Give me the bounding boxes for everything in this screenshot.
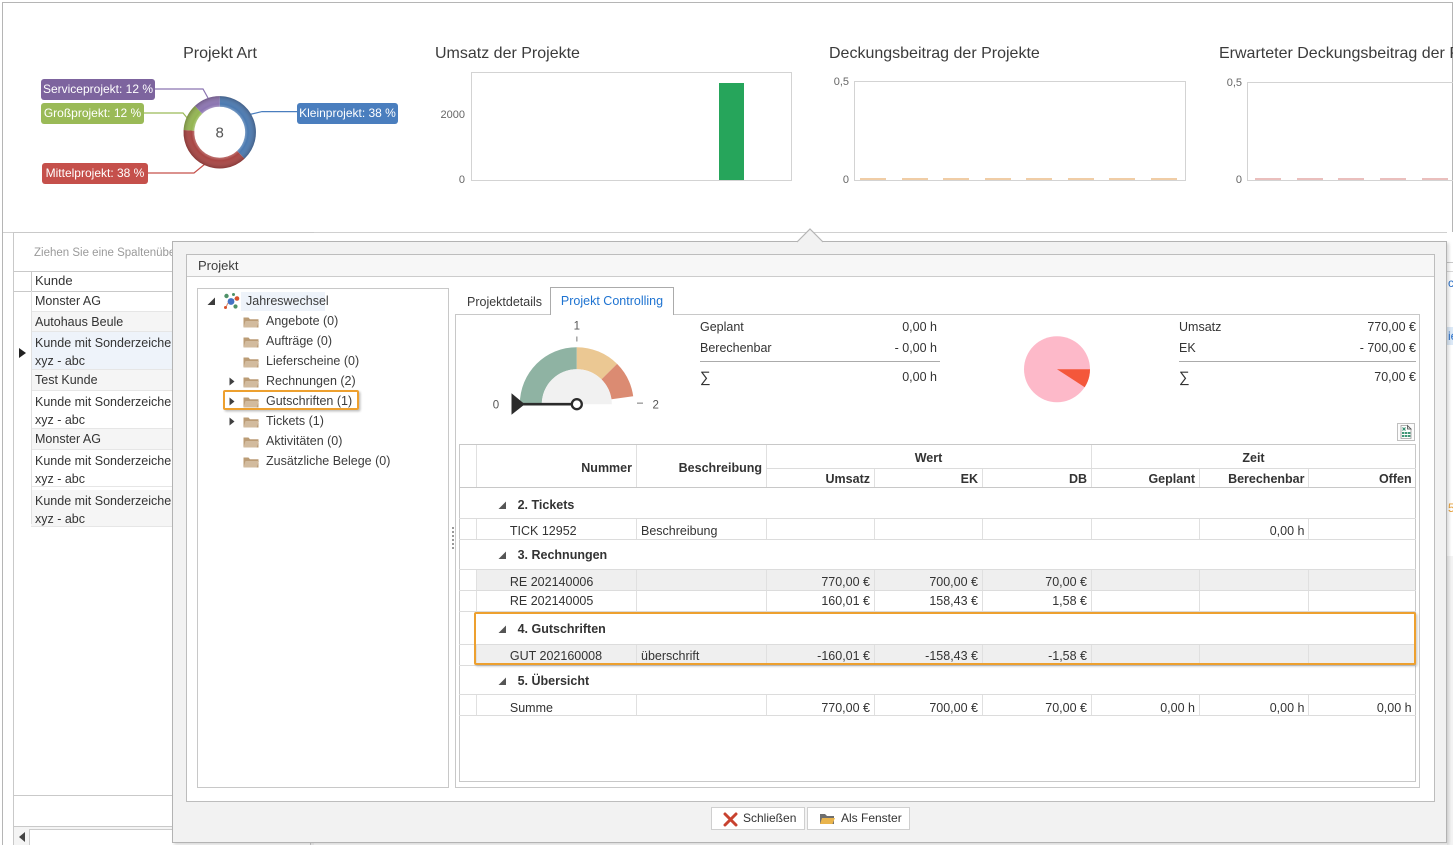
- svg-text:1: 1: [574, 321, 580, 333]
- svg-text:2: 2: [652, 400, 658, 412]
- svg-text:0: 0: [493, 400, 499, 412]
- svg-text:8: 8: [216, 125, 224, 142]
